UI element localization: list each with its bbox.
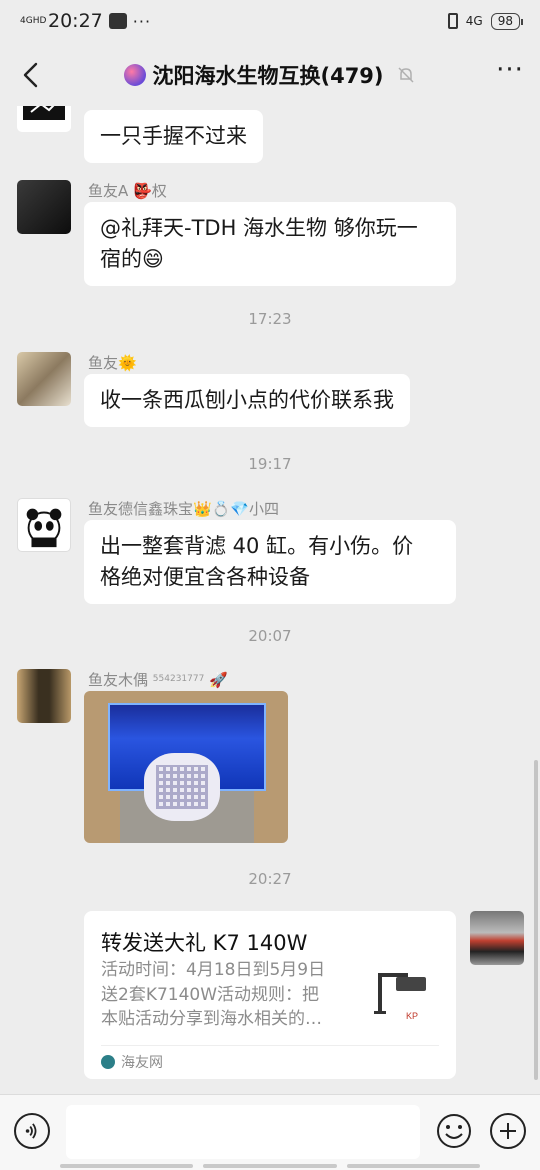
more-notifications-icon: ··· bbox=[132, 11, 152, 31]
chat-header: 沈阳海水生物互换(479) ··· bbox=[0, 44, 540, 106]
timestamp: 19:17 bbox=[248, 455, 292, 473]
blurred-qr-sticker bbox=[144, 753, 220, 821]
card-description-line: 送2套K7140W活动规则：把 bbox=[101, 984, 320, 1005]
sender-avatar[interactable] bbox=[17, 669, 71, 723]
clock: 20:27 bbox=[48, 10, 103, 32]
sender-avatar[interactable] bbox=[17, 498, 71, 552]
rocket-icon: 🚀 bbox=[209, 671, 228, 689]
back-arrow-icon[interactable] bbox=[16, 58, 46, 92]
voice-input-icon[interactable] bbox=[14, 1113, 50, 1149]
emoji-icon[interactable] bbox=[436, 1113, 472, 1149]
battery-indicator: 98 bbox=[490, 12, 524, 30]
card-title: 转发送大礼 K7 140W bbox=[101, 931, 308, 955]
scrollbar[interactable] bbox=[534, 760, 538, 1080]
card-source: 海友网 bbox=[101, 1052, 163, 1072]
input-bar bbox=[0, 1094, 540, 1170]
sender-avatar[interactable] bbox=[17, 352, 71, 406]
card-description-line: 活动时间：4月18日到5月9日 bbox=[101, 960, 326, 980]
nickname-suffix: 554231777 bbox=[152, 674, 205, 684]
timestamp: 20:07 bbox=[248, 627, 292, 645]
more-actions-plus-icon[interactable] bbox=[490, 1113, 526, 1149]
source-logo-icon bbox=[101, 1055, 115, 1069]
signal-icon: 4GHD bbox=[20, 15, 47, 26]
title-group: 沈阳海水生物互换(479) bbox=[124, 60, 415, 90]
message-bubble[interactable]: 一只手握不过来 bbox=[84, 110, 263, 163]
sender-nickname: 鱼友A 👺权 bbox=[88, 182, 167, 200]
timestamp: 17:23 bbox=[248, 310, 292, 328]
image-message[interactable] bbox=[84, 691, 288, 843]
self-avatar[interactable] bbox=[470, 911, 524, 965]
chat-title: 沈阳海水生物互换(479) bbox=[152, 64, 384, 88]
message-line: @礼拜天-TDH 海水生物 够你玩一 bbox=[100, 216, 418, 240]
timestamp: 20:27 bbox=[248, 870, 292, 888]
message-line: 出一整套背滤 40 缸。有小伤。价 bbox=[100, 534, 414, 558]
nickname-text: 鱼友木偶 bbox=[88, 671, 149, 689]
sender-nickname: 鱼友木偶 554231777 🚀 bbox=[88, 669, 228, 690]
network-type: 4G bbox=[465, 14, 483, 28]
sender-nickname: 鱼友德信鑫珠宝👑💍💎小四 bbox=[88, 500, 280, 518]
panda-avatar-icon bbox=[26, 508, 62, 548]
product-lamp-thumbnail: KP bbox=[374, 973, 426, 1021]
message-notification-icon bbox=[108, 13, 127, 29]
source-name: 海友网 bbox=[121, 1055, 163, 1071]
sender-avatar[interactable] bbox=[17, 180, 71, 234]
sender-nickname: 鱼友🌞 bbox=[88, 354, 137, 372]
card-description-line: 本贴活动分享到海水相关的… bbox=[101, 1009, 322, 1029]
svg-text:KP: KP bbox=[406, 1011, 418, 1021]
card-divider bbox=[101, 1045, 439, 1046]
home-indicator bbox=[60, 1164, 480, 1168]
message-bubble[interactable]: @礼拜天-TDH 海水生物 够你玩一 宿的😄 bbox=[84, 202, 456, 286]
avatar-image-icon bbox=[23, 106, 65, 120]
shared-link-card[interactable]: 转发送大礼 K7 140W 活动时间：4月18日到5月9日 送2套K7140W活… bbox=[84, 911, 456, 1079]
message-bubble[interactable]: 出一整套背滤 40 缸。有小伤。价 格绝对便宜含各种设备 bbox=[84, 520, 456, 604]
message-bubble[interactable]: 收一条西瓜刨小点的代价联系我 bbox=[84, 374, 410, 427]
status-bar: 4GHD 20:27 ··· 4G 98 bbox=[0, 0, 540, 42]
more-options-button[interactable]: ··· bbox=[494, 57, 526, 90]
message-line: 格绝对便宜含各种设备 bbox=[100, 565, 310, 589]
message-list[interactable]: 一只手握不过来 鱼友A 👺权 @礼拜天-TDH 海水生物 够你玩一 宿的😄 17… bbox=[0, 106, 540, 1092]
sender-avatar[interactable] bbox=[17, 106, 71, 132]
message-input[interactable] bbox=[66, 1105, 420, 1159]
mute-bell-icon bbox=[397, 67, 414, 83]
vibrate-icon bbox=[447, 13, 458, 29]
message-line: 宿的😄 bbox=[100, 247, 164, 271]
card-description: 活动时间：4月18日到5月9日 送2套K7140W活动规则：把 本贴活动分享到海… bbox=[101, 958, 361, 1032]
group-avatar-icon bbox=[124, 64, 147, 86]
